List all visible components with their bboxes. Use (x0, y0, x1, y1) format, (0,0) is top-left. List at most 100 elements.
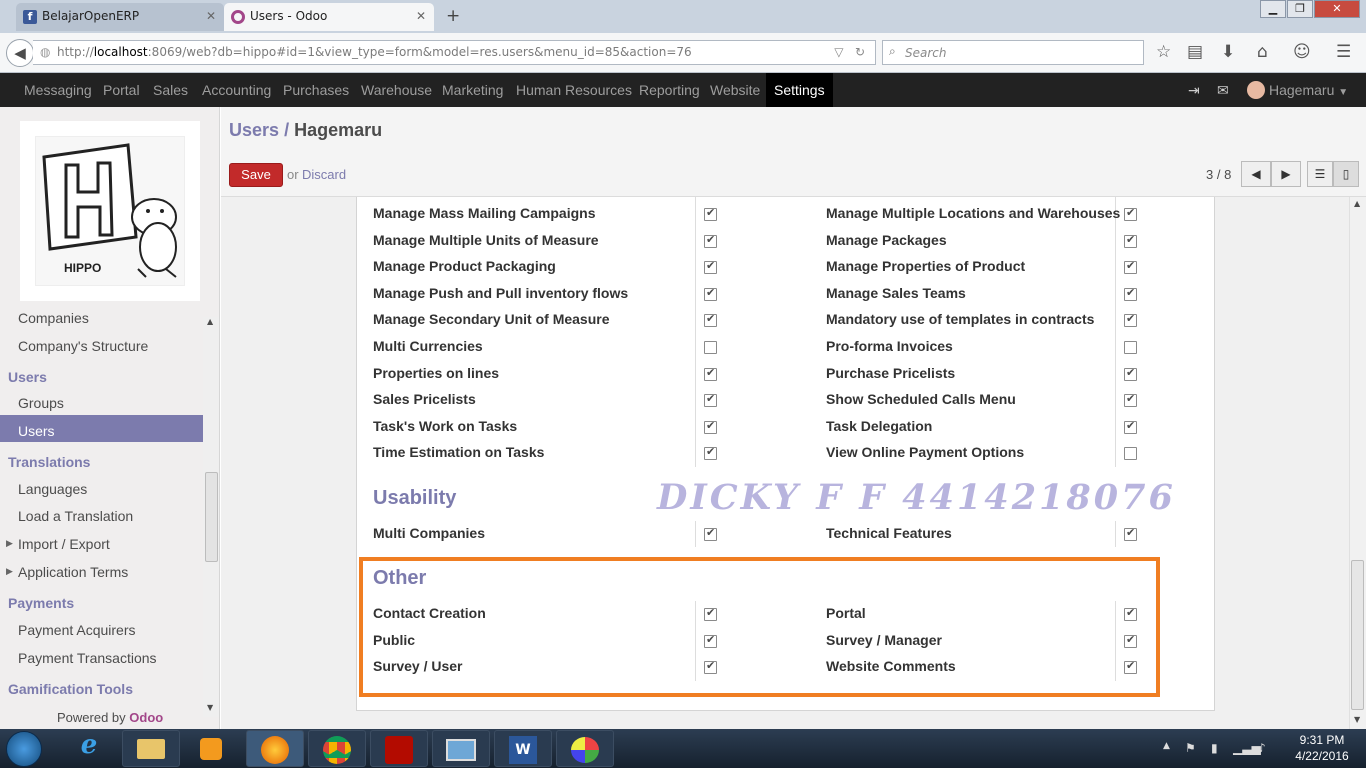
field-checkbox[interactable] (1124, 447, 1137, 461)
chrome-icon[interactable] (308, 730, 366, 767)
expand-arrow-icon[interactable]: ▶ (6, 539, 13, 549)
form-view-icon[interactable]: ▯ (1333, 161, 1359, 187)
field-checkbox[interactable] (1124, 286, 1137, 301)
field-checkbox[interactable] (704, 206, 717, 221)
menu-accounting[interactable]: Accounting (202, 82, 271, 98)
field-checkbox[interactable] (1124, 366, 1137, 381)
sidebar-item-companies[interactable]: Companies (18, 310, 203, 326)
search-input[interactable]: ⌕ Search (882, 40, 1144, 65)
menu-settings[interactable]: Settings (766, 73, 833, 107)
download-icon[interactable]: ⬇ (1221, 42, 1235, 62)
windows-start-icon[interactable] (6, 731, 42, 767)
field-checkbox[interactable] (1124, 392, 1137, 408)
field-checkbox[interactable] (1124, 206, 1137, 221)
menu-warehouse[interactable]: Warehouse (361, 82, 432, 98)
field-checkbox[interactable] (1124, 312, 1137, 328)
sidebar-item-import-export[interactable]: Import / Export (18, 536, 203, 552)
field-checkbox[interactable] (704, 366, 717, 381)
avatar[interactable] (1247, 81, 1265, 99)
taskbar-clock[interactable]: 9:31 PM 4/22/2016 (1282, 732, 1362, 764)
field-checkbox[interactable] (704, 312, 717, 328)
menu-portal[interactable]: Portal (103, 82, 140, 98)
pager-previous-icon[interactable]: ◀ (1241, 161, 1271, 187)
field-checkbox[interactable] (1124, 341, 1137, 354)
chat-icon[interactable]: ☺ (1293, 42, 1311, 62)
user-menu[interactable]: Hagemaru ▼ (1269, 82, 1348, 98)
sidebar-head-users[interactable]: Users (8, 369, 47, 385)
field-checkbox[interactable] (704, 419, 717, 434)
url-bar[interactable]: ◍ http://localhost:8069/web?db=hippo#id=… (33, 40, 876, 65)
close-tab-icon[interactable]: ✕ (416, 9, 426, 23)
sidebar-scroll-thumb[interactable] (205, 472, 218, 562)
sidebar-item-languages[interactable]: Languages (18, 481, 203, 497)
sidebar-item-payment-acquirers[interactable]: Payment Acquirers (18, 622, 203, 638)
scroll-down-icon[interactable]: ▼ (1354, 715, 1360, 724)
save-button[interactable]: Save (229, 163, 283, 187)
scroll-up-icon[interactable]: ▲ (1354, 199, 1360, 208)
sidebar-head-gamification[interactable]: Gamification Tools (8, 681, 133, 697)
menu-human-resources[interactable]: Human Resources (516, 82, 632, 98)
field-checkbox[interactable] (704, 526, 717, 541)
browser-tab-belajaropenerp[interactable]: f BelajarOpenERP ✕ (16, 3, 224, 31)
battery-icon[interactable]: ▮ (1211, 741, 1218, 755)
photo-viewer-icon[interactable] (432, 730, 490, 767)
sidebar-item-company-structure[interactable]: Company's Structure (18, 338, 203, 354)
dropdown-arrow-icon[interactable]: ▽ (834, 45, 843, 59)
sidebar-head-translations[interactable]: Translations (8, 454, 90, 470)
browser-tab-users-odoo[interactable]: Users - Odoo ✕ (224, 3, 434, 31)
close-tab-icon[interactable]: ✕ (206, 9, 216, 23)
sidebar-item-users[interactable]: Users (18, 423, 203, 439)
action-center-flag-icon[interactable]: ⚑ (1185, 741, 1196, 755)
reload-icon[interactable]: ↻ (855, 45, 865, 59)
minimize-window-icon[interactable]: ▁ (1260, 0, 1286, 18)
sidebar-item-load-translation[interactable]: Load a Translation (18, 508, 203, 524)
list-view-icon[interactable]: ☰ (1307, 161, 1333, 187)
firefox-icon[interactable] (246, 730, 304, 767)
scroll-down-icon[interactable]: ▼ (207, 703, 213, 712)
scroll-up-icon[interactable]: ▲ (207, 317, 213, 326)
sidebar-item-groups[interactable]: Groups (18, 395, 203, 411)
tray-expand-icon[interactable]: ▲ (1163, 741, 1170, 751)
back-arrow-icon[interactable]: ◀ (6, 39, 34, 67)
adobe-reader-icon[interactable] (370, 730, 428, 767)
reading-list-icon[interactable]: ▤ (1187, 42, 1203, 62)
bookmark-star-icon[interactable]: ☆ (1156, 42, 1171, 62)
close-window-icon[interactable]: ✕ (1314, 0, 1360, 18)
paint-icon[interactable] (556, 730, 614, 767)
field-checkbox[interactable] (704, 233, 717, 248)
field-checkbox[interactable] (1124, 526, 1137, 541)
field-checkbox[interactable] (704, 445, 717, 461)
sidebar-head-payments[interactable]: Payments (8, 595, 74, 611)
field-checkbox[interactable] (704, 286, 717, 301)
field-checkbox[interactable] (1124, 419, 1137, 434)
odoo-link[interactable]: Odoo (129, 710, 163, 725)
main-scroll-thumb[interactable] (1351, 560, 1364, 710)
pager-next-icon[interactable]: ▶ (1271, 161, 1301, 187)
media-player-icon[interactable] (184, 730, 242, 767)
menu-messaging[interactable]: Messaging (24, 82, 92, 98)
menu-marketing[interactable]: Marketing (442, 82, 503, 98)
logout-icon[interactable]: ⇥ (1188, 82, 1200, 99)
home-icon[interactable]: ⌂ (1257, 42, 1268, 62)
maximize-window-icon[interactable]: ❐ (1287, 0, 1313, 18)
chat-bubble-icon[interactable]: ✉ (1217, 82, 1229, 99)
breadcrumb-users[interactable]: Users (229, 120, 279, 140)
menu-sales[interactable]: Sales (153, 82, 188, 98)
file-explorer-icon[interactable] (122, 730, 180, 767)
menu-website[interactable]: Website (710, 82, 760, 98)
field-checkbox[interactable] (704, 259, 717, 275)
sidebar-item-payment-transactions[interactable]: Payment Transactions (18, 650, 203, 666)
volume-icon[interactable]: ♪ (1258, 741, 1266, 755)
internet-explorer-icon[interactable]: e (60, 730, 118, 767)
menu-reporting[interactable]: Reporting (639, 82, 700, 98)
word-icon[interactable]: W (494, 730, 552, 767)
field-checkbox[interactable] (1124, 233, 1137, 248)
discard-button[interactable]: Discard (302, 167, 346, 182)
sidebar-item-application-terms[interactable]: Application Terms (18, 564, 203, 580)
field-checkbox[interactable] (704, 392, 717, 408)
network-signal-icon[interactable]: ▁▃▅ (1233, 741, 1261, 755)
menu-hamburger-icon[interactable]: ☰ (1336, 42, 1351, 62)
field-checkbox[interactable] (1124, 259, 1137, 275)
field-checkbox[interactable] (704, 341, 717, 354)
new-tab-icon[interactable]: + (446, 6, 460, 26)
